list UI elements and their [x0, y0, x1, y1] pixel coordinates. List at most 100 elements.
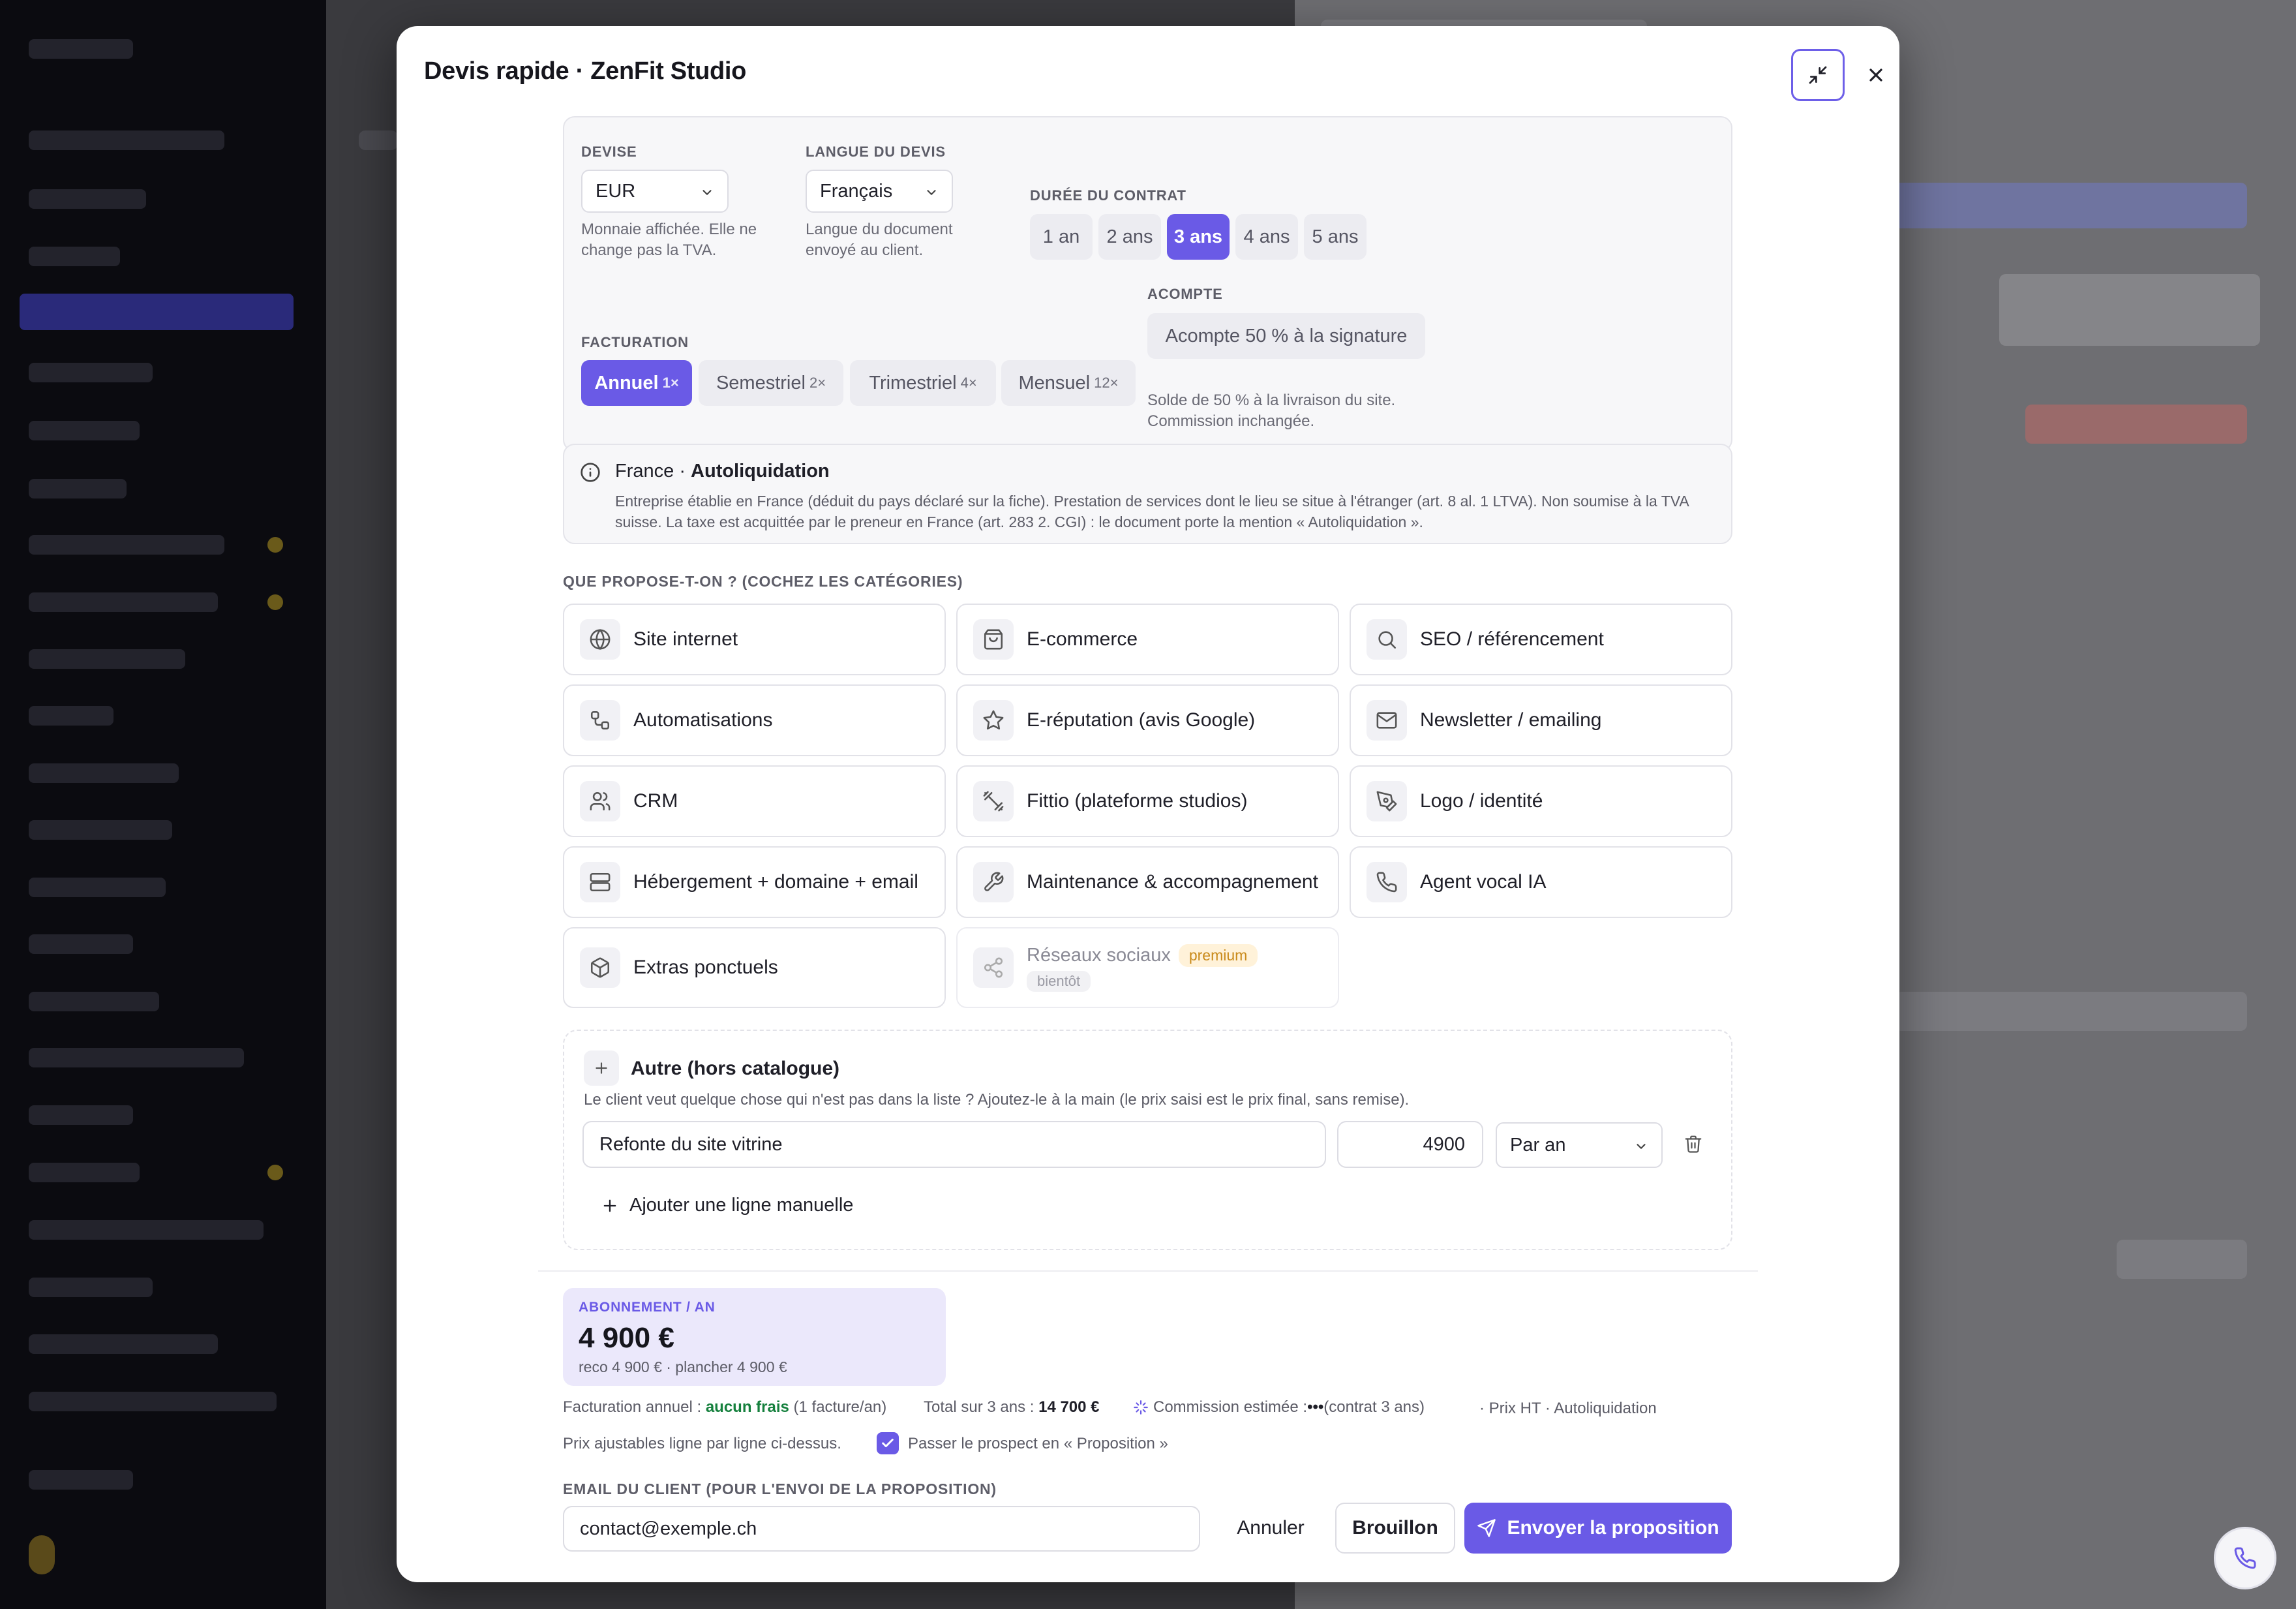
language-value: Français	[820, 180, 893, 202]
contract-duration-label: DURÉE DU CONTRAT	[1030, 187, 1186, 204]
shopping-bag-icon	[973, 619, 1014, 660]
billing-option-semiannual[interactable]: Semestriel 2×	[699, 360, 843, 406]
billing-multiplier: 4×	[960, 375, 977, 391]
phone-icon	[2234, 1547, 2256, 1569]
chevron-down-icon	[927, 190, 936, 195]
client-email-label: EMAIL DU CLIENT (POUR L'ENVOI DE LA PROP…	[563, 1480, 997, 1497]
duration-option-2[interactable]: 2 ans	[1098, 214, 1161, 260]
background-nav-item	[29, 706, 113, 726]
currency-label: DEVISE	[581, 144, 637, 160]
tax-info-body: Entreprise établie en France (déduit du …	[615, 493, 1689, 530]
users-icon	[580, 781, 620, 821]
collapse-button[interactable]	[1791, 49, 1845, 101]
background-nav-item	[29, 1334, 218, 1354]
category-label: Site internet	[633, 628, 738, 650]
background-nav-item	[29, 1163, 140, 1182]
category-label: Maintenance & accompagnement	[1027, 871, 1318, 893]
background-nav-item	[29, 649, 185, 669]
background-nav-item	[29, 934, 133, 954]
category-newsletter[interactable]: Newsletter / emailing	[1350, 684, 1732, 756]
language-select[interactable]: Français	[806, 170, 953, 213]
category-extras[interactable]: Extras ponctuels	[563, 927, 946, 1008]
share-icon	[973, 947, 1014, 988]
category-site-internet[interactable]: Site internet	[563, 604, 946, 675]
category-label: Automatisations	[633, 709, 773, 731]
commission-summary: Commission estimée : ••• (contrat 3 ans)	[1132, 1398, 1425, 1417]
category-agent-vocal[interactable]: Agent vocal IA	[1350, 846, 1732, 918]
custom-line-name-value: Refonte du site vitrine	[599, 1133, 783, 1155]
category-label: Extras ponctuels	[633, 957, 778, 978]
billing-option-quarterly[interactable]: Trimestriel 4×	[850, 360, 996, 406]
category-label: Newsletter / emailing	[1420, 709, 1602, 731]
search-icon	[1367, 619, 1407, 660]
category-hebergement[interactable]: Hébergement + domaine + email	[563, 846, 946, 918]
billing-summary-prefix: Facturation annuel :	[563, 1398, 706, 1416]
category-crm[interactable]: CRM	[563, 765, 946, 837]
send-proposal-button[interactable]: Envoyer la proposition	[1464, 1503, 1732, 1554]
close-button[interactable]	[1850, 49, 1899, 101]
category-seo[interactable]: SEO / référencement	[1350, 604, 1732, 675]
category-label: Fittio (plateforme studios)	[1027, 790, 1248, 812]
category-label: Agent vocal IA	[1420, 871, 1547, 893]
background-tab	[1882, 183, 2247, 228]
billing-option-label: Trimestriel	[869, 372, 957, 393]
custom-line-price-input[interactable]: 4900	[1337, 1121, 1483, 1168]
background-logo	[29, 39, 133, 59]
category-automatisations[interactable]: Automatisations	[563, 684, 946, 756]
background-nav-item	[29, 1392, 277, 1411]
custom-items-section: Autre (hors catalogue) Le client veut qu…	[563, 1030, 1732, 1250]
commission-value[interactable]: •••	[1307, 1398, 1323, 1417]
info-icon	[581, 463, 600, 482]
background-nav-item	[29, 1220, 264, 1240]
dumbbell-icon	[973, 781, 1014, 821]
background-nav-item	[29, 763, 179, 783]
client-email-input[interactable]: contact@exemple.ch	[563, 1506, 1200, 1552]
category-logo[interactable]: Logo / identité	[1350, 765, 1732, 837]
duration-option-1[interactable]: 1 an	[1030, 214, 1093, 260]
prospect-status-checkbox[interactable]	[877, 1432, 899, 1454]
deposit-help: Solde de 50 % à la livraison du site. Co…	[1147, 391, 1396, 430]
quote-modal: Devis rapide · ZenFit Studio DEVISE EUR …	[397, 26, 1899, 1582]
billing-summary: Facturation annuel : aucun frais (1 fact…	[563, 1398, 886, 1417]
premium-badge: premium	[1178, 943, 1258, 967]
add-manual-line-button[interactable]: Ajouter une ligne manuelle	[601, 1195, 853, 1216]
tax-info-title: France · Autoliquidation	[615, 461, 830, 482]
custom-items-title: Autre (hors catalogue)	[631, 1058, 840, 1079]
cancel-button[interactable]: Annuler	[1217, 1503, 1324, 1554]
custom-line-period-select[interactable]: Par an	[1496, 1122, 1663, 1168]
background-badge	[267, 594, 283, 610]
category-maintenance[interactable]: Maintenance & accompagnement	[956, 846, 1339, 918]
category-social-text: Réseaux sociaux premium bientôt	[1027, 943, 1258, 992]
send-proposal-label: Envoyer la proposition	[1507, 1517, 1719, 1539]
tax-note: · Prix HT · Autoliquidation	[1479, 1400, 1657, 1417]
duration-option-3[interactable]: 3 ans	[1167, 214, 1230, 260]
billing-option-annual[interactable]: Annuel 1×	[581, 360, 692, 406]
draft-button[interactable]: Brouillon	[1335, 1503, 1455, 1554]
adjust-note: Prix ajustables ligne par ligne ci-dessu…	[563, 1435, 841, 1452]
billing-option-monthly[interactable]: Mensuel 12×	[1001, 360, 1136, 406]
billing-fees: aucun frais	[705, 1398, 789, 1416]
category-e-reputation[interactable]: E-réputation (avis Google)	[956, 684, 1339, 756]
delete-line-button[interactable]	[1684, 1134, 1703, 1157]
duration-option-5[interactable]: 5 ans	[1304, 214, 1367, 260]
client-email-value: contact@exemple.ch	[580, 1518, 757, 1539]
background-heading	[359, 130, 398, 150]
package-icon	[580, 947, 620, 988]
category-label: E-commerce	[1027, 628, 1138, 650]
globe-icon	[580, 619, 620, 660]
duration-option-4[interactable]: 4 ans	[1235, 214, 1298, 260]
custom-line-period-value: Par an	[1510, 1134, 1566, 1156]
custom-items-description: Le client veut quelque chose qui n'est p…	[584, 1091, 1410, 1109]
background-nav-item	[29, 363, 153, 382]
custom-line-name-input[interactable]: Refonte du site vitrine	[582, 1121, 1326, 1168]
deposit-option[interactable]: Acompte 50 % à la signature	[1147, 313, 1425, 359]
category-e-commerce[interactable]: E-commerce	[956, 604, 1339, 675]
floating-call-button[interactable]	[2214, 1527, 2276, 1589]
billing-multiplier: 2×	[809, 375, 826, 391]
background-nav-item	[29, 247, 120, 266]
currency-select[interactable]: EUR	[581, 170, 729, 213]
category-fittio[interactable]: Fittio (plateforme studios)	[956, 765, 1339, 837]
category-label: Hébergement + domaine + email	[633, 871, 918, 893]
total-summary: Total sur 3 ans : 14 700 €	[924, 1398, 1100, 1417]
pen-tool-icon	[1367, 781, 1407, 821]
